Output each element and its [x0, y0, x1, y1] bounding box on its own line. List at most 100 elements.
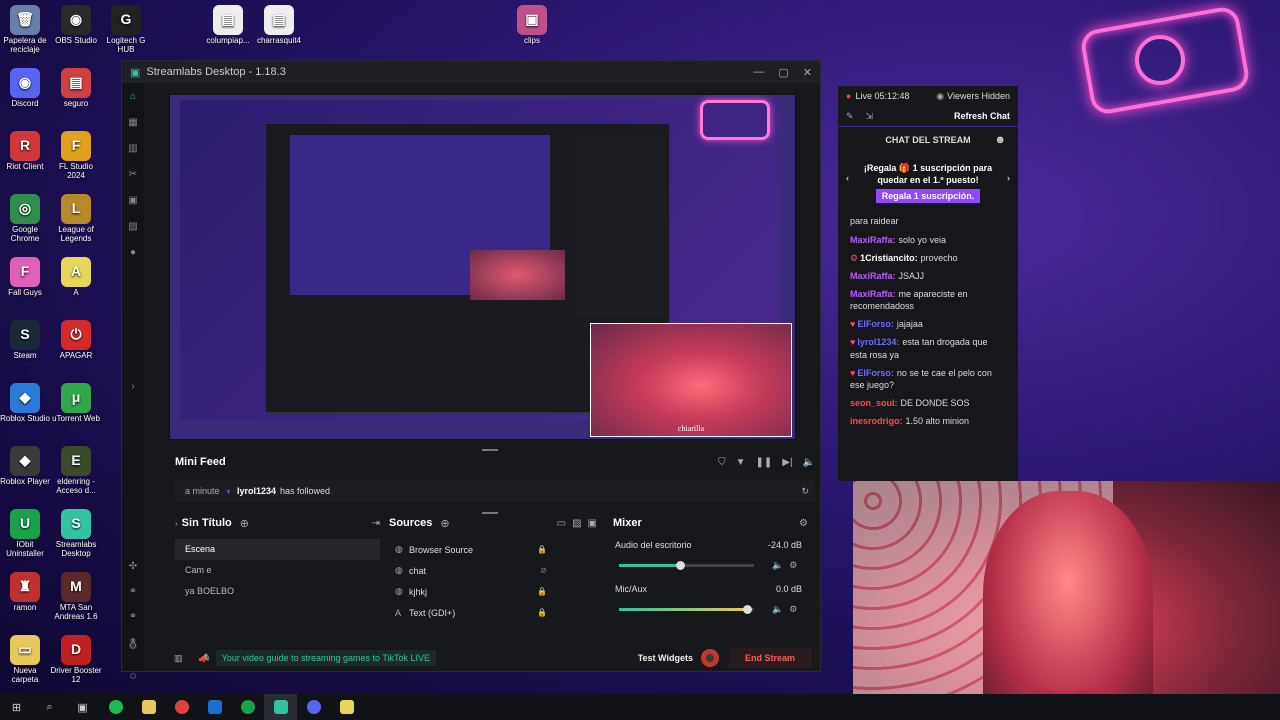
- preview-resize-handle[interactable]: [482, 449, 498, 451]
- scene-item[interactable]: ya BOELBO: [175, 581, 380, 602]
- filter-shield-icon[interactable]: ⛉: [718, 457, 726, 468]
- desktop-icon[interactable]: ◉ Discord: [0, 68, 51, 109]
- notes-icon[interactable]: [330, 694, 363, 720]
- scene-item[interactable]: Cam e: [175, 560, 380, 581]
- desktop-icon[interactable]: D Driver Booster 12: [50, 635, 102, 685]
- minimize-icon[interactable]: —: [753, 66, 764, 78]
- filter-icon[interactable]: ▼: [736, 457, 746, 468]
- repeat-icon[interactable]: ↻: [801, 486, 809, 497]
- taskview-icon[interactable]: ▣: [66, 694, 99, 720]
- discord-taskbar-icon[interactable]: [297, 694, 330, 720]
- scene-transition-icon[interactable]: ⇥: [372, 518, 380, 529]
- nav-tools-icon[interactable]: ✂: [122, 161, 144, 187]
- spotify-icon[interactable]: [99, 694, 132, 720]
- desktop-icon[interactable]: S Steam: [0, 320, 51, 361]
- nav-link2-icon[interactable]: ⚭: [122, 603, 144, 629]
- source-item[interactable]: ◍ kjhkj 🔒: [389, 581, 597, 602]
- nav-settings-icon[interactable]: ⚙: [122, 633, 144, 659]
- source-group-icon[interactable]: ▨: [572, 518, 581, 529]
- desktop-icon[interactable]: ◉ OBS Studio: [50, 5, 102, 46]
- desktop-icon[interactable]: Eeldenring - Acceso d...: [50, 446, 102, 496]
- streamlabs-taskbar-icon[interactable]: [264, 694, 297, 720]
- nav-collapse-icon[interactable]: ›: [122, 373, 144, 399]
- desktop-icon[interactable]: S Streamlabs Desktop: [50, 509, 102, 559]
- desktop-icon[interactable]: ◆ Roblox Studio: [0, 383, 51, 424]
- nav-apps-icon[interactable]: ✣: [122, 553, 144, 579]
- source-settings-icon[interactable]: ▣: [588, 518, 597, 529]
- test-widgets-toggle[interactable]: [700, 649, 719, 667]
- close-icon[interactable]: ✕: [803, 66, 812, 79]
- nav-record-icon[interactable]: ●: [122, 239, 144, 265]
- desktop-icon[interactable]: G Logitech G HUB: [100, 5, 152, 55]
- chrome-icon[interactable]: [165, 694, 198, 720]
- lock-icon[interactable]: 🔒: [537, 545, 547, 554]
- speaker-icon[interactable]: 🔈: [772, 604, 783, 615]
- desktop-icon[interactable]: AA: [50, 257, 102, 298]
- refresh-chat-button[interactable]: Refresh Chat: [954, 111, 1010, 121]
- chat-username[interactable]: inesrodrigo:: [850, 416, 903, 426]
- promo-prev-icon[interactable]: ‹: [846, 173, 849, 183]
- chat-username[interactable]: ElForso:: [857, 319, 894, 329]
- nav-profile-icon[interactable]: ☺: [122, 663, 144, 689]
- source-folder-icon[interactable]: ▭: [557, 518, 566, 529]
- desktop-icon[interactable]: ▣ clips: [506, 5, 558, 46]
- desktop-icon[interactable]: 🗑 Papelera de reciclaje: [0, 5, 51, 55]
- pencil-icon[interactable]: ✎: [846, 111, 854, 122]
- nav-link-icon[interactable]: ⚭: [122, 578, 144, 604]
- feed-user[interactable]: lyrol1234: [237, 486, 276, 496]
- chat-users-icon[interactable]: ☻: [994, 134, 1006, 146]
- stream-preview[interactable]: chiarilla: [169, 94, 796, 440]
- outlook-icon[interactable]: [198, 694, 231, 720]
- chat-username[interactable]: 1Cristiancito:: [860, 253, 918, 263]
- add-scene-icon[interactable]: ⊕: [240, 517, 249, 530]
- gear-icon[interactable]: ⚙: [789, 560, 797, 571]
- desktop-icon[interactable]: ◆ Roblox Player: [0, 446, 51, 487]
- viewers-hidden[interactable]: Viewers Hidden: [947, 91, 1010, 101]
- start-icon[interactable]: ⊞: [0, 694, 33, 720]
- footer-tip[interactable]: Your video guide to streaming games to T…: [215, 650, 437, 666]
- desktop-icon[interactable]: μ uTorrent Web: [50, 383, 102, 424]
- lock-icon[interactable]: ⊘: [540, 566, 547, 575]
- volume-knob[interactable]: [675, 561, 685, 570]
- lock-icon[interactable]: 🔒: [537, 608, 547, 617]
- speaker-icon[interactable]: 🔈: [772, 560, 783, 571]
- promo-button[interactable]: Regala 1 suscripción.: [875, 189, 981, 204]
- file-explorer-icon[interactable]: [132, 694, 165, 720]
- desktop-icon[interactable]: ▤ columpiap...: [202, 5, 254, 46]
- uninstaller-icon[interactable]: [231, 694, 264, 720]
- pause-icon[interactable]: ❚❚: [755, 457, 772, 468]
- mute-icon[interactable]: 🔈: [803, 457, 815, 468]
- viewers-hidden-icon[interactable]: ◉: [936, 91, 944, 102]
- lock-icon[interactable]: 🔒: [537, 587, 547, 596]
- desktop-icon[interactable]: ▤ seguro: [50, 68, 102, 109]
- chat-username[interactable]: lyrol1234:: [857, 337, 899, 347]
- desktop-icon[interactable]: ▭ Nueva carpeta: [0, 635, 51, 685]
- pop-out-icon[interactable]: ⇲: [866, 111, 874, 122]
- desktop-icon[interactable]: L League of Legends: [50, 194, 102, 244]
- chat-username[interactable]: MaxiRaffa:: [850, 235, 896, 245]
- desktop-icon[interactable]: ⏻ APAGAR: [50, 320, 102, 361]
- add-source-icon[interactable]: ⊕: [440, 517, 449, 530]
- volume-slider[interactable]: [619, 605, 754, 614]
- end-stream-button[interactable]: End Stream: [728, 648, 811, 668]
- maximize-icon[interactable]: ▢: [778, 66, 788, 79]
- panel-resize-handle[interactable]: [482, 512, 498, 514]
- chat-username[interactable]: MaxiRaffa:: [850, 289, 896, 299]
- nav-library-icon[interactable]: ▥: [122, 135, 144, 161]
- nav-store-icon[interactable]: ▣: [122, 187, 144, 213]
- desktop-icon[interactable]: M MTA San Andreas 1.6: [50, 572, 102, 622]
- chat-username[interactable]: seon_soul:: [850, 398, 898, 408]
- nav-dashboard-icon[interactable]: ▦: [122, 109, 144, 135]
- promo-next-icon[interactable]: ›: [1007, 173, 1010, 183]
- volume-knob[interactable]: [743, 605, 753, 614]
- desktop-icon[interactable]: U IObit Uninstaller: [0, 509, 51, 559]
- skip-icon[interactable]: ▶|: [782, 457, 792, 468]
- gear-icon[interactable]: ⚙: [789, 604, 797, 615]
- desktop-icon[interactable]: ◎ Google Chrome: [0, 194, 51, 244]
- source-item[interactable]: ◍ Browser Source 🔒: [389, 539, 597, 560]
- desktop-icon[interactable]: F FL Studio 2024: [50, 131, 102, 181]
- mixer-settings-icon[interactable]: ⚙: [799, 518, 808, 529]
- chat-username[interactable]: MaxiRaffa:: [850, 271, 896, 281]
- desktop-icon[interactable]: R Riot Client: [0, 131, 51, 172]
- desktop-icon[interactable]: F Fall Guys: [0, 257, 51, 298]
